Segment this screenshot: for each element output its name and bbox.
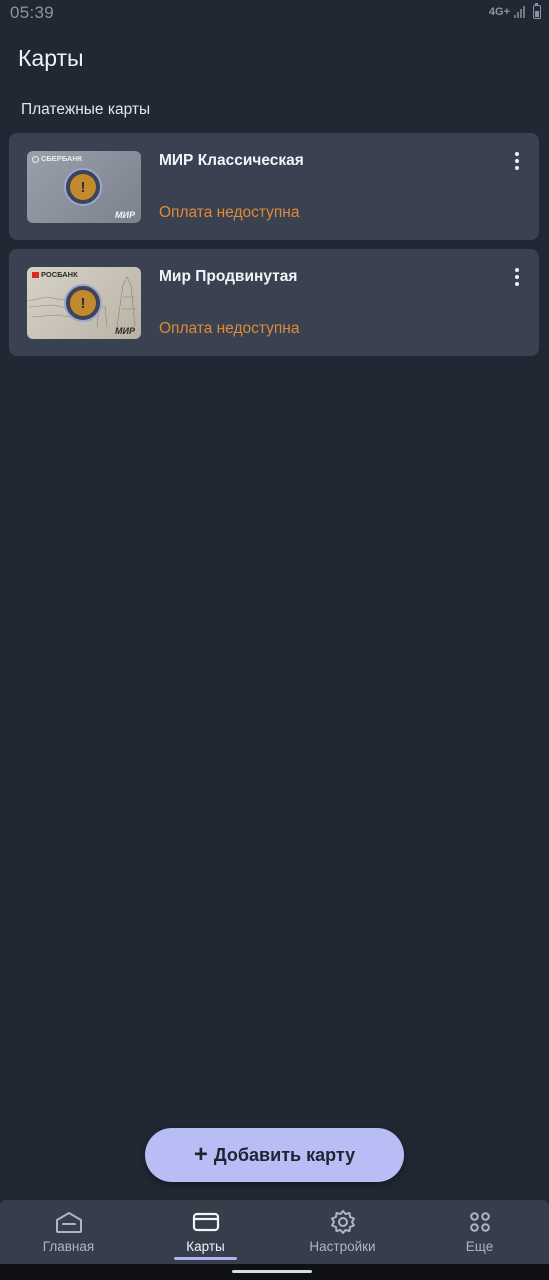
warning-badge-icon: !	[64, 168, 102, 206]
status-indicators: 4G+	[488, 3, 541, 19]
warning-badge-icon: !	[64, 284, 102, 322]
mir-logo: МИР	[115, 210, 135, 220]
nav-label: Главная	[42, 1239, 95, 1254]
signal-icon	[514, 6, 525, 18]
bank-name: РОСБАНК	[41, 270, 78, 279]
nav-label: Карты	[186, 1239, 225, 1254]
nav-item-more[interactable]: Еще	[411, 1200, 548, 1264]
nav-item-home[interactable]: Главная	[0, 1200, 137, 1264]
more-grid-icon	[469, 1212, 490, 1232]
nav-item-cards[interactable]: Карты	[137, 1200, 274, 1264]
home-icon	[55, 1212, 82, 1233]
card-status: Оплата недоступна	[159, 204, 300, 221]
card-item-mir-classic[interactable]: СБЕРБАНК ! МИР МИР Классическая Оплата н…	[9, 133, 539, 240]
card-name: МИР Классическая	[159, 152, 304, 169]
rosbank-logo-icon	[32, 272, 39, 279]
card-image: СБЕРБАНК ! МИР	[27, 151, 141, 223]
nav-label: Еще	[465, 1239, 494, 1254]
bank-logo: СБЕРБАНК	[32, 154, 82, 163]
battery-icon	[533, 3, 541, 19]
card-name: Мир Продвинутая	[159, 268, 298, 285]
active-tab-indicator	[174, 1257, 237, 1260]
section-title: Платежные карты	[21, 101, 151, 118]
status-bar: 05:39 4G+	[0, 0, 549, 28]
plus-icon: +	[193, 1141, 208, 1168]
more-options-icon[interactable]	[507, 149, 527, 173]
status-time: 05:39	[10, 3, 55, 22]
add-card-label: Добавить карту	[213, 1144, 356, 1165]
more-options-icon[interactable]	[507, 265, 527, 289]
card-icon	[192, 1212, 219, 1232]
bottom-nav: Главная Карты Настройки Еще	[0, 1200, 549, 1264]
page-title: Карты	[18, 45, 84, 71]
mir-logo: МИР	[115, 326, 135, 336]
bank-logo: РОСБАНК	[32, 270, 78, 279]
nav-item-settings[interactable]: Настройки	[274, 1200, 411, 1264]
add-card-button[interactable]: + Добавить карту	[145, 1128, 404, 1182]
gear-icon	[330, 1210, 355, 1234]
sber-logo-icon	[32, 155, 39, 163]
bank-name: СБЕРБАНК	[41, 154, 83, 163]
card-item-mir-advanced[interactable]: РОСБАНК ! МИР Мир Продвинутая Оплата нед…	[9, 249, 539, 356]
nav-label: Настройки	[309, 1239, 376, 1254]
card-status: Оплата недоступна	[159, 320, 300, 337]
card-image: РОСБАНК ! МИР	[27, 267, 141, 339]
screen: 05:39 4G+ Карты Платежные карты СБЕРБАНК…	[0, 0, 549, 1280]
network-label: 4G+	[488, 6, 510, 18]
gesture-handle[interactable]	[232, 1270, 312, 1273]
